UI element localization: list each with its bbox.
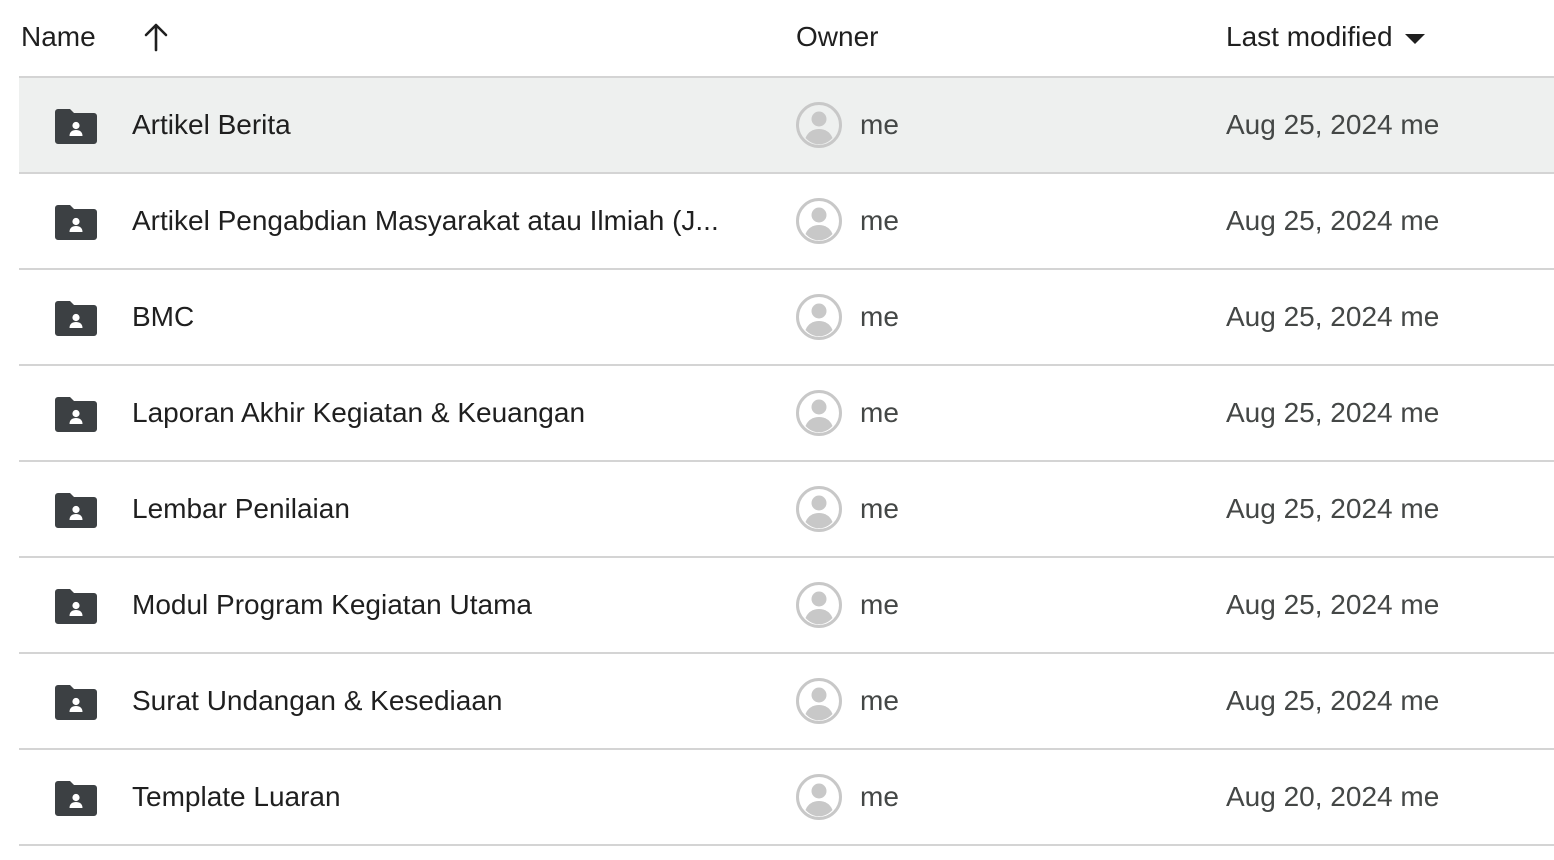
- file-name: Modul Program Kegiatan Utama: [132, 589, 532, 620]
- file-name: Artikel Berita: [132, 109, 291, 140]
- modified-by: me: [1400, 109, 1440, 140]
- file-name: Laporan Akhir Kegiatan & Keuangan: [132, 397, 586, 428]
- owner-name: me: [860, 781, 899, 812]
- owner-name: me: [860, 685, 899, 716]
- table-row[interactable]: Laporan Akhir Kegiatan & Keuangan me Aug…: [19, 366, 1554, 462]
- last-modified: Aug 20, 2024 me: [1226, 780, 1439, 814]
- last-modified: Aug 25, 2024 me: [1226, 108, 1439, 142]
- modified-by: me: [1400, 493, 1440, 524]
- file-name: Surat Undangan & Kesediaan: [132, 685, 503, 716]
- file-name: Lembar Penilaian: [132, 493, 350, 524]
- table-row[interactable]: Lembar Penilaian me Aug 25, 2024 me: [19, 462, 1554, 558]
- column-header-name[interactable]: Name: [21, 20, 96, 54]
- modified-by: me: [1400, 397, 1440, 428]
- owner-name: me: [860, 205, 899, 236]
- shared-folder-icon: [55, 781, 97, 816]
- sort-direction-button[interactable]: [141, 20, 171, 54]
- shared-folder-icon: [55, 589, 97, 624]
- modified-date: Aug 20, 2024: [1226, 781, 1393, 812]
- last-modified: Aug 25, 2024 me: [1226, 300, 1439, 334]
- modified-date: Aug 25, 2024: [1226, 301, 1393, 332]
- file-list-header: Name Owner Last modified: [19, 0, 1554, 78]
- table-row[interactable]: BMC me Aug 25, 2024 me: [19, 270, 1554, 366]
- avatar-icon: [796, 198, 842, 244]
- avatar-icon: [796, 582, 842, 628]
- caret-down-icon: [1404, 33, 1425, 44]
- shared-folder-icon: [55, 301, 97, 336]
- shared-folder-icon: [55, 205, 97, 240]
- table-row[interactable]: Artikel Pengabdian Masyarakat atau Ilmia…: [19, 174, 1554, 270]
- modified-by: me: [1400, 301, 1440, 332]
- modified-by: me: [1400, 781, 1440, 812]
- avatar-icon: [796, 294, 842, 340]
- shared-folder-icon: [55, 493, 97, 528]
- avatar-icon: [796, 390, 842, 436]
- modified-date: Aug 25, 2024: [1226, 205, 1393, 236]
- owner-name: me: [860, 301, 899, 332]
- avatar-icon: [796, 486, 842, 532]
- column-header-last-modified-label: Last modified: [1226, 21, 1393, 52]
- file-name: Template Luaran: [132, 781, 341, 812]
- file-name: Artikel Pengabdian Masyarakat atau Ilmia…: [132, 205, 719, 236]
- file-list-rows: Artikel Berita me Aug 25, 2024 me Artike…: [19, 78, 1554, 846]
- shared-folder-icon: [55, 397, 97, 432]
- arrow-up-icon: [144, 23, 168, 52]
- column-header-last-modified[interactable]: Last modified: [1226, 20, 1425, 54]
- owner-name: me: [860, 589, 899, 620]
- table-row[interactable]: Artikel Berita me Aug 25, 2024 me: [19, 78, 1554, 174]
- modified-date: Aug 25, 2024: [1226, 397, 1393, 428]
- last-modified: Aug 25, 2024 me: [1226, 396, 1439, 430]
- modified-date: Aug 25, 2024: [1226, 685, 1393, 716]
- shared-folder-icon: [55, 685, 97, 720]
- file-list-table: Name Owner Last modified Artikel Berita …: [19, 0, 1554, 846]
- column-header-owner: Owner: [796, 21, 879, 52]
- last-modified: Aug 25, 2024 me: [1226, 492, 1439, 526]
- file-name: BMC: [132, 301, 195, 332]
- last-modified: Aug 25, 2024 me: [1226, 684, 1439, 718]
- last-modified: Aug 25, 2024 me: [1226, 204, 1439, 238]
- modified-by: me: [1400, 589, 1440, 620]
- avatar-icon: [796, 774, 842, 820]
- table-row[interactable]: Template Luaran me Aug 20, 2024 me: [19, 750, 1554, 846]
- modified-date: Aug 25, 2024: [1226, 493, 1393, 524]
- avatar-icon: [796, 678, 842, 724]
- modified-date: Aug 25, 2024: [1226, 109, 1393, 140]
- owner-name: me: [860, 109, 899, 140]
- shared-folder-icon: [55, 109, 97, 144]
- table-row[interactable]: Surat Undangan & Kesediaan me Aug 25, 20…: [19, 654, 1554, 750]
- last-modified: Aug 25, 2024 me: [1226, 588, 1439, 622]
- modified-date: Aug 25, 2024: [1226, 589, 1393, 620]
- modified-by: me: [1400, 205, 1440, 236]
- avatar-icon: [796, 102, 842, 148]
- owner-name: me: [860, 493, 899, 524]
- owner-name: me: [860, 397, 899, 428]
- modified-by: me: [1400, 685, 1440, 716]
- table-row[interactable]: Modul Program Kegiatan Utama me Aug 25, …: [19, 558, 1554, 654]
